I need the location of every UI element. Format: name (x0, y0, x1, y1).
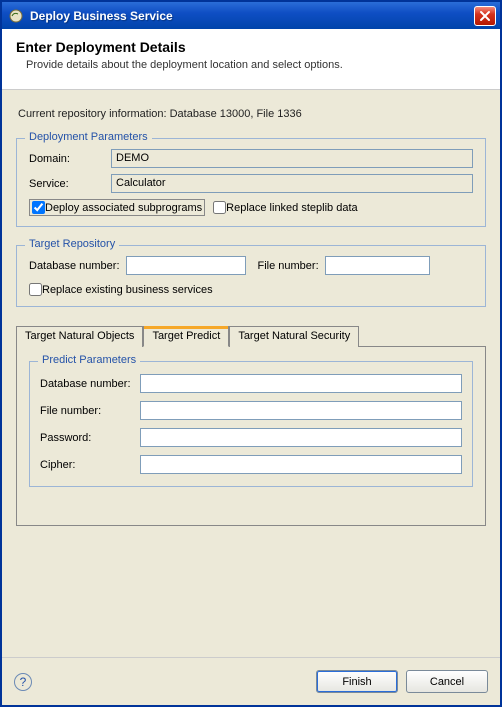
target-file-label: File number: (258, 260, 319, 272)
target-db-input[interactable] (126, 256, 246, 275)
predict-cipher-input[interactable] (140, 455, 462, 474)
deploy-associated-group: Deploy associated subprograms (29, 199, 205, 216)
predict-password-input[interactable] (140, 428, 462, 447)
target-repository-group: Target Repository Database number: File … (16, 245, 486, 307)
content-area: Current repository information: Database… (2, 90, 500, 657)
predict-db-input[interactable] (140, 374, 462, 393)
window-title: Deploy Business Service (30, 9, 474, 23)
replace-steplib-label: Replace linked steplib data (226, 202, 357, 214)
replace-steplib-checkbox[interactable] (213, 201, 226, 214)
tabs: Target Natural Objects Target Predict Ta… (16, 325, 486, 526)
tab-target-natural-objects[interactable]: Target Natural Objects (16, 326, 143, 347)
close-button[interactable] (474, 6, 496, 26)
service-value: Calculator (111, 174, 473, 193)
footer: ? Finish Cancel (2, 657, 500, 705)
tab-target-predict[interactable]: Target Predict (143, 326, 229, 347)
predict-file-input[interactable] (140, 401, 462, 420)
titlebar: Deploy Business Service (2, 2, 500, 29)
repository-info: Current repository information: Database… (18, 108, 486, 120)
deploy-associated-label: Deploy associated subprograms (45, 202, 202, 214)
predict-db-label: Database number: (40, 378, 140, 390)
domain-label: Domain: (29, 153, 111, 165)
cancel-button[interactable]: Cancel (406, 670, 488, 693)
close-icon (479, 10, 491, 22)
tab-target-natural-security[interactable]: Target Natural Security (229, 326, 359, 347)
deployment-parameters-group: Deployment Parameters Domain: DEMO Servi… (16, 138, 486, 227)
predict-parameters-legend: Predict Parameters (38, 354, 140, 366)
predict-file-label: File number: (40, 405, 140, 417)
tabstrip: Target Natural Objects Target Predict Ta… (16, 325, 486, 346)
dialog-window: Deploy Business Service Enter Deployment… (0, 0, 502, 707)
predict-cipher-label: Cipher: (40, 459, 140, 471)
app-icon (8, 8, 24, 24)
target-file-input[interactable] (325, 256, 430, 275)
deploy-associated-checkbox[interactable] (32, 201, 45, 214)
target-repository-legend: Target Repository (25, 238, 119, 250)
predict-password-label: Password: (40, 432, 140, 444)
finish-button[interactable]: Finish (316, 670, 398, 693)
service-label: Service: (29, 178, 111, 190)
help-icon: ? (20, 675, 27, 689)
replace-existing-checkbox[interactable] (29, 283, 42, 296)
replace-existing-label: Replace existing business services (42, 284, 213, 296)
page-description: Provide details about the deployment loc… (26, 59, 486, 71)
help-button[interactable]: ? (14, 673, 32, 691)
tab-panel-target-predict: Predict Parameters Database number: File… (16, 346, 486, 526)
predict-parameters-group: Predict Parameters Database number: File… (29, 361, 473, 487)
deployment-parameters-legend: Deployment Parameters (25, 131, 152, 143)
page-heading: Enter Deployment Details (16, 39, 486, 55)
target-db-label: Database number: (29, 260, 120, 272)
banner: Enter Deployment Details Provide details… (2, 29, 500, 90)
domain-value: DEMO (111, 149, 473, 168)
